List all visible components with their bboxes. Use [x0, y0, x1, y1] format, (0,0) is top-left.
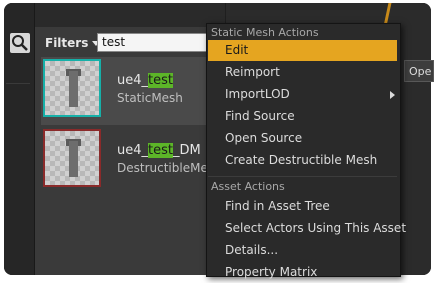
- menu-item-details[interactable]: Details...: [208, 240, 397, 261]
- filters-button[interactable]: Filters: [45, 34, 101, 52]
- divider: [6, 83, 30, 84]
- menu-item-open-source[interactable]: Open Source: [208, 128, 397, 149]
- menu-item-importlod[interactable]: ImportLOD: [208, 84, 397, 105]
- menu-item-label: Details...: [225, 243, 279, 257]
- menu-item-find-source[interactable]: Find Source: [208, 106, 397, 127]
- sources-strip: [4, 3, 35, 275]
- section-header-asset-actions: Asset Actions: [211, 180, 285, 193]
- open-button[interactable]: Ope: [404, 60, 434, 82]
- asset-name-suffix: _DM: [172, 143, 201, 158]
- asset-item-destructible-mesh[interactable]: ue4_test_DM DestructibleMesh: [41, 127, 231, 195]
- menu-item-label: Find in Asset Tree: [225, 199, 330, 213]
- asset-name: ue4_test_DM: [117, 143, 201, 158]
- mesh-pillar: [69, 71, 78, 107]
- menu-divider: [208, 176, 397, 177]
- asset-item-static-mesh[interactable]: ue4_test StaticMesh: [41, 57, 231, 125]
- menu-item-label: Find Source: [225, 109, 295, 123]
- menu-item-select-actors[interactable]: Select Actors Using This Asset: [208, 218, 406, 239]
- mesh-pillar: [69, 141, 78, 177]
- search-icon[interactable]: [10, 33, 30, 53]
- menu-item-label: ImportLOD: [225, 87, 290, 101]
- menu-item-label: Reimport: [225, 65, 280, 79]
- menu-item-create-destructible-mesh[interactable]: Create Destructible Mesh: [208, 150, 397, 171]
- content-browser-panel: Filters test ue4_test StaticMesh ue4_tes…: [35, 3, 247, 275]
- search-highlight: test: [148, 73, 173, 88]
- asset-thumbnail: [43, 129, 101, 187]
- context-menu: Static Mesh Actions Edit Reimport Import…: [206, 23, 406, 279]
- menu-item-label: Property Matrix: [225, 265, 318, 279]
- filters-label: Filters: [45, 36, 89, 50]
- search-highlight: test: [148, 143, 173, 158]
- asset-name: ue4_test: [117, 73, 173, 88]
- chevron-right-icon: [390, 91, 395, 99]
- menu-item-label: Create Destructible Mesh: [225, 153, 378, 167]
- menu-item-label: Edit: [225, 43, 249, 57]
- menu-item-reimport[interactable]: Reimport: [208, 62, 397, 83]
- asset-type: StaticMesh: [117, 91, 183, 105]
- panel-header: [35, 3, 225, 27]
- menu-item-label: Open Source: [225, 131, 303, 145]
- menu-item-find-in-asset-tree[interactable]: Find in Asset Tree: [208, 196, 397, 217]
- asset-name-prefix: ue4_: [117, 73, 149, 88]
- asset-thumbnail: [43, 59, 101, 117]
- asset-name-prefix: ue4_: [117, 143, 149, 158]
- section-header-static-mesh: Static Mesh Actions: [211, 26, 319, 39]
- menu-item-edit[interactable]: Edit: [208, 40, 397, 61]
- menu-item-label: Select Actors Using This Asset: [225, 221, 407, 235]
